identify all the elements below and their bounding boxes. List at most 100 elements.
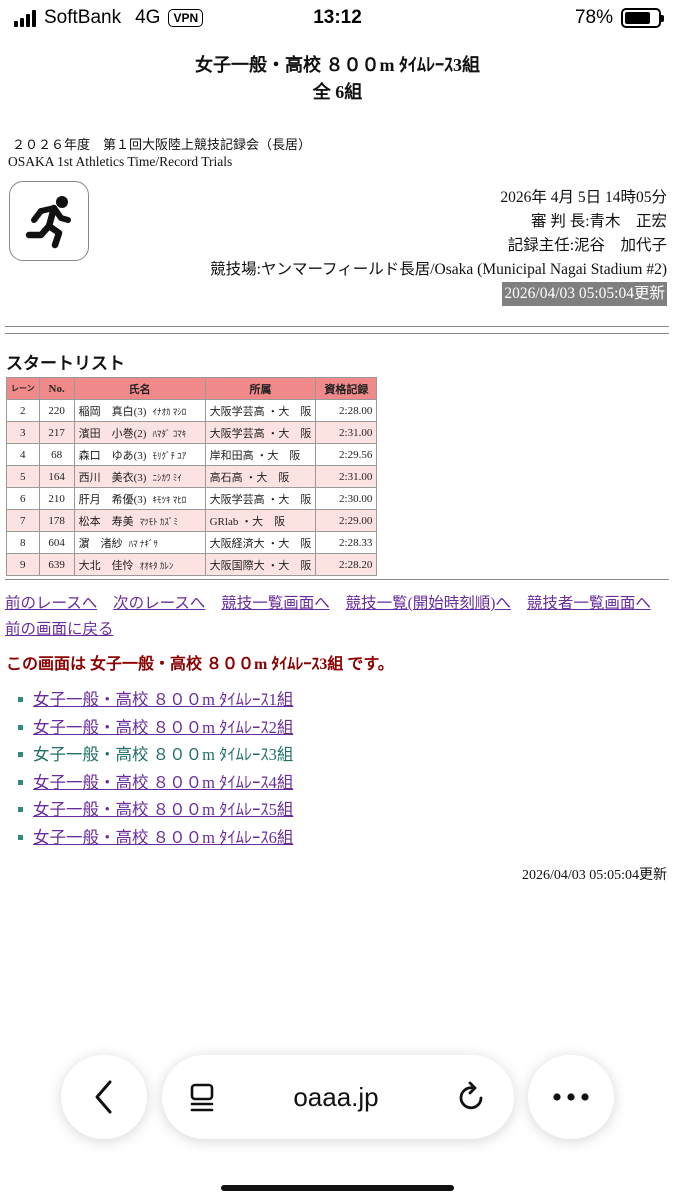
name-cell: 松本 寿美 ﾏﾂﾓﾄ ｶｽﾞﾐ <box>73 509 206 532</box>
athlete-name: 肝月 希優(3) <box>78 493 147 506</box>
next-race-link[interactable]: 次のレースへ <box>113 595 205 612</box>
home-indicator <box>221 1185 454 1191</box>
url-text[interactable]: oaaa.jp <box>293 1082 378 1113</box>
address-bar[interactable]: oaaa.jp <box>162 1055 514 1139</box>
column-header-name: 氏名 <box>73 377 206 400</box>
recorder: 記録主任:泥谷 加代子 <box>507 237 667 254</box>
race-list-item[interactable]: 女子一般・高校 ８００m ﾀｲﾑﾚｰｽ6組 <box>18 824 293 852</box>
event-list-time-link[interactable]: 競技一覧(開始時刻順)へ <box>346 595 511 612</box>
athlete-list-link[interactable]: 競技者一覧画面へ <box>527 595 651 612</box>
browser-toolbar: oaaa.jp <box>0 1055 675 1141</box>
divider <box>5 579 669 580</box>
record-cell: 2:29.00 <box>315 509 378 532</box>
status-right: 78% <box>574 7 664 29</box>
runner-logo-icon <box>9 181 89 261</box>
name-cell: 濱田 小巻(2) ﾊﾏﾀﾞ ｺﾏｷ <box>73 421 206 444</box>
reader-menu-icon[interactable] <box>188 1082 216 1112</box>
record-cell: 2:29.56 <box>315 443 378 466</box>
lane-cell: 9 <box>6 553 40 576</box>
bib-cell: 220 <box>38 399 75 422</box>
record-cell: 2:31.00 <box>315 421 378 444</box>
race-link[interactable]: 女子一般・高校 ８００m ﾀｲﾑﾚｰｽ1組 <box>33 686 293 714</box>
venue: 競技場:ヤンマーフィールド長居/Osaka (Municipal Nagai S… <box>210 261 667 278</box>
race-list: 女子一般・高校 ８００m ﾀｲﾑﾚｰｽ1組 女子一般・高校 ８００m ﾀｲﾑﾚｰｽ… <box>18 686 293 851</box>
bullet-icon <box>18 834 23 840</box>
athlete-kana: ﾊﾏ ﾅｷﾞｻ <box>128 538 158 549</box>
record-cell: 2:30.00 <box>315 487 378 510</box>
divider <box>5 326 669 327</box>
bib-cell: 639 <box>38 553 75 576</box>
name-cell: 大北 佳怜 ｵｵｷﾀ ｶﾚﾝ <box>73 553 206 576</box>
athlete-kana: ﾊﾏﾀﾞ ｺﾏｷ <box>152 428 187 439</box>
athlete-name: 濱田 小巻(2) <box>78 427 147 440</box>
record-cell: 2:28.33 <box>315 531 378 554</box>
column-header-team: 所属 <box>204 377 317 400</box>
status-bar: SoftBank 4G VPN 13:12 78% <box>0 0 675 38</box>
back-link[interactable]: 前の画面に戻る <box>5 621 114 638</box>
lane-cell: 4 <box>6 443 40 466</box>
athlete-kana: ｲﾅｵｶ ﾏｼﾛ <box>152 406 187 417</box>
team-cell: 大阪経済大 ・大 阪 <box>204 531 317 554</box>
record-cell: 2:31.00 <box>315 465 378 488</box>
race-info: 2026年 4月 5日 14時05分 審 判 長:青木 正宏 記録主任:泥谷 加… <box>210 186 667 306</box>
status-time: 13:12 <box>313 7 362 28</box>
footer-updated: 2026/04/03 05:05:04更新 <box>521 868 667 883</box>
table-header-row: レーン No. 氏名 所属 資格記録 <box>6 377 378 400</box>
bib-cell: 217 <box>38 421 75 444</box>
bib-cell: 178 <box>38 509 75 532</box>
table-row: 9 639 大北 佳怜 ｵｵｷﾀ ｶﾚﾝ 大阪国際大 ・大 阪 2:28.20 <box>6 553 378 576</box>
bullet-icon <box>18 752 23 758</box>
athlete-kana: ｵｵｷﾀ ｶﾚﾝ <box>139 560 174 571</box>
column-header-record: 資格記録 <box>315 377 378 400</box>
team-cell: 大阪学芸高 ・大 阪 <box>204 487 317 510</box>
meet-name-jp: ２０２６年度 第１回大阪陸上競技記録会（長居） <box>12 137 312 152</box>
bullet-icon <box>18 697 23 703</box>
current-page-notice: この画面は 女子一般・高校 ８００m ﾀｲﾑﾚｰｽ3組 です。 <box>6 656 394 673</box>
athlete-kana: ﾓﾘｸﾞﾁ ﾕｱ <box>152 450 187 461</box>
race-link[interactable]: 女子一般・高校 ８００m ﾀｲﾑﾚｰｽ6組 <box>33 824 293 852</box>
athlete-name: 濵 渚紗 <box>78 537 123 550</box>
lane-cell: 7 <box>6 509 40 532</box>
race-link[interactable]: 女子一般・高校 ８００m ﾀｲﾑﾚｰｽ2組 <box>33 714 293 742</box>
prev-race-link[interactable]: 前のレースへ <box>5 595 97 612</box>
table-row: 6 210 肝月 希優(3) ｷﾓﾂｷ ﾏﾋﾛ 大阪学芸高 ・大 阪 2:30.00 <box>6 487 378 510</box>
battery-icon <box>621 8 664 28</box>
bullet-icon <box>18 807 23 813</box>
race-link[interactable]: 女子一般・高校 ８００m ﾀｲﾑﾚｰｽ4組 <box>33 769 293 797</box>
race-list-item[interactable]: 女子一般・高校 ８００m ﾀｲﾑﾚｰｽ2組 <box>18 714 293 742</box>
race-datetime: 2026年 4月 5日 14時05分 <box>500 189 667 206</box>
updated-badge: 2026/04/03 05:05:04更新 <box>502 282 667 306</box>
race-link[interactable]: 女子一般・高校 ８００m ﾀｲﾑﾚｰｽ5組 <box>33 796 293 824</box>
bullet-icon <box>18 779 23 785</box>
more-button[interactable] <box>528 1055 614 1139</box>
current-race-label: 女子一般・高校 ８００m ﾀｲﾑﾚｰｽ3組 <box>33 745 294 764</box>
lane-cell: 3 <box>6 421 40 444</box>
title-race: 女子一般・高校 ８００m ﾀｲﾑﾚｰｽ3組 <box>195 55 480 75</box>
athlete-kana: ﾏﾂﾓﾄ ｶｽﾞﾐ <box>139 516 178 527</box>
race-navigation: 前のレースへ 次のレースへ 競技一覧画面へ 競技一覧(開始時刻順)へ 競技者一覧… <box>5 591 669 643</box>
bib-cell: 164 <box>38 465 75 488</box>
divider <box>5 333 669 334</box>
battery-fill <box>625 12 650 24</box>
bib-cell: 68 <box>38 443 75 466</box>
team-cell: 大阪学芸高 ・大 阪 <box>204 399 317 422</box>
race-list-item[interactable]: 女子一般・高校 ８００m ﾀｲﾑﾚｰｽ5組 <box>18 796 293 824</box>
name-cell: 濵 渚紗 ﾊﾏ ﾅｷﾞｻ <box>73 531 206 554</box>
record-cell: 2:28.00 <box>315 399 378 422</box>
column-header-lane: レーン <box>6 377 40 400</box>
race-list-item[interactable]: 女子一般・高校 ８００m ﾀｲﾑﾚｰｽ4組 <box>18 769 293 797</box>
table-row: 3 217 濱田 小巻(2) ﾊﾏﾀﾞ ｺﾏｷ 大阪学芸高 ・大 阪 2:31.00 <box>6 421 378 444</box>
athlete-kana: ｷﾓﾂｷ ﾏﾋﾛ <box>152 494 187 505</box>
column-header-no: No. <box>38 377 75 400</box>
table-row: 4 68 森口 ゆあ(3) ﾓﾘｸﾞﾁ ﾕｱ 岸和田高 ・大 阪 2:29.56 <box>6 443 378 466</box>
race-list-item[interactable]: 女子一般・高校 ８００m ﾀｲﾑﾚｰｽ1組 <box>18 686 293 714</box>
battery-percent: 78% <box>574 7 613 28</box>
athlete-name: 大北 佳怜 <box>78 559 134 572</box>
title-heat-count: 全 6組 <box>312 82 363 102</box>
name-cell: 稲岡 真白(3) ｲﾅｵｶ ﾏｼﾛ <box>73 399 206 422</box>
race-list-item: 女子一般・高校 ８００m ﾀｲﾑﾚｰｽ3組 <box>18 741 293 769</box>
event-list-link[interactable]: 競技一覧画面へ <box>221 595 330 612</box>
reload-icon[interactable] <box>456 1081 488 1113</box>
team-cell: 岸和田高 ・大 阪 <box>204 443 317 466</box>
back-button[interactable] <box>61 1055 147 1139</box>
